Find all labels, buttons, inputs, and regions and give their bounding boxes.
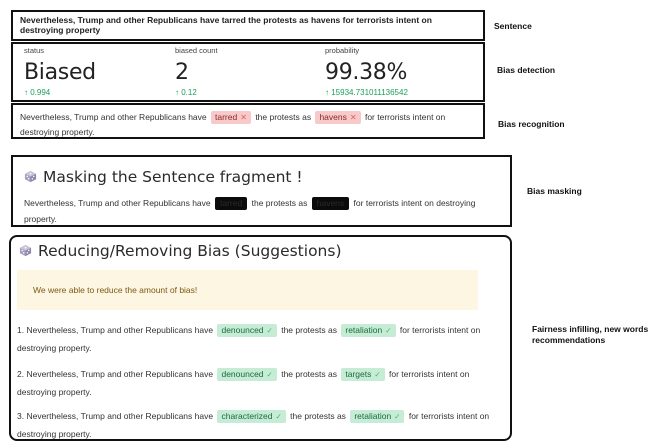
check-icon: ✓	[374, 370, 381, 379]
suggestion-text: 2. Nevertheless, Trump and other Republi…	[17, 369, 214, 379]
biased-word-label: havens	[319, 112, 347, 122]
suggested-word: retaliation	[354, 411, 392, 421]
masking-title: Masking the Sentence fragment !	[24, 168, 499, 186]
close-icon[interactable]: ✕	[240, 113, 247, 122]
suggestion-item: 2. Nevertheless, Trump and other Republi…	[17, 365, 492, 401]
biased-word-label: tarred	[215, 112, 238, 122]
detection-side-label: Bias detection	[497, 65, 556, 75]
input-sentence: Nevertheless, Trump and other Republican…	[20, 15, 432, 36]
suggestions-title-text: Reducing/Removing Bias (Suggestions)	[38, 242, 342, 260]
metric-status-delta: ↑ 0.994	[24, 88, 50, 97]
suggested-word-tag[interactable]: denounced ✓	[217, 368, 277, 381]
check-icon: ✓	[266, 326, 273, 335]
metric-probability-delta-value: 15934.731011136542	[331, 88, 408, 97]
metric-probability-value: 99.38%	[325, 60, 408, 85]
suggested-word: denounced	[221, 369, 264, 379]
recognition-text-part: Nevertheless, Trump and other Republican…	[20, 112, 207, 122]
suggested-word-tag[interactable]: retaliation ✓	[341, 324, 396, 337]
sentence-panel: Nevertheless, Trump and other Republican…	[11, 10, 485, 41]
suggestion-text: 3. Nevertheless, Trump and other Republi…	[17, 411, 214, 421]
suggestion-text: the protests as	[281, 369, 337, 379]
suggestion-item: 3. Nevertheless, Trump and other Republi…	[17, 407, 492, 443]
masking-title-text: Masking the Sentence fragment !	[43, 168, 303, 186]
bias-detection-panel: status Biased ↑ 0.994 biased count 2 ↑ 0…	[11, 42, 485, 102]
metric-status-label: status	[24, 46, 45, 55]
suggested-word: retaliation	[345, 325, 383, 335]
metric-biased-count-label: biased count	[175, 46, 218, 55]
suggested-word: targets	[345, 369, 372, 379]
masked-word: tarred	[215, 197, 248, 210]
suggestions-side-label: Fairness infilling, new words recommenda…	[532, 324, 649, 345]
suggested-word-tag[interactable]: characterized ✓	[217, 410, 286, 423]
bias-masking-panel: Masking the Sentence fragment ! Neverthe…	[11, 155, 512, 227]
biased-word-tag[interactable]: tarred ✕	[211, 111, 251, 124]
check-icon: ✓	[275, 412, 282, 421]
check-icon: ✓	[394, 412, 401, 421]
metric-probability-label: probability	[325, 46, 360, 55]
arrow-up-icon: ↑	[175, 88, 179, 97]
close-icon[interactable]: ✕	[350, 113, 357, 122]
suggested-word-tag[interactable]: targets ✓	[341, 368, 385, 381]
biased-word-tag[interactable]: havens ✕	[315, 111, 361, 124]
suggested-word-tag[interactable]: retaliation ✓	[350, 410, 405, 423]
suggestions-panel: Reducing/Removing Bias (Suggestions) We …	[9, 235, 512, 441]
suggestion-item: 1. Nevertheless, Trump and other Republi…	[17, 321, 492, 357]
metric-biased-count-delta-value: 0.12	[181, 88, 197, 97]
recognition-text-part: the protests as	[255, 112, 312, 122]
die-icon	[19, 244, 32, 257]
recognition-side-label: Bias recognition	[498, 119, 565, 129]
suggested-word: characterized	[221, 411, 273, 421]
suggested-word: denounced	[221, 325, 264, 335]
metric-biased-count-delta: ↑ 0.12	[175, 88, 197, 97]
arrow-up-icon: ↑	[325, 88, 329, 97]
masking-text-part: Nevertheless, Trump and other Republican…	[24, 198, 211, 208]
metric-status-value: Biased	[24, 60, 96, 85]
suggestions-title: Reducing/Removing Bias (Suggestions)	[19, 242, 342, 260]
metric-probability-delta: ↑ 15934.731011136542	[325, 88, 408, 97]
die-icon	[24, 170, 37, 183]
check-icon: ✓	[266, 370, 273, 379]
arrow-up-icon: ↑	[24, 88, 28, 97]
recognition-sentence: Nevertheless, Trump and other Republican…	[20, 110, 476, 140]
check-icon: ✓	[385, 326, 392, 335]
metric-status-delta-value: 0.994	[30, 88, 51, 97]
bias-recognition-panel: Nevertheless, Trump and other Republican…	[11, 103, 485, 139]
suggestion-text: the protests as	[281, 325, 337, 335]
masking-side-label: Bias masking	[527, 186, 582, 196]
suggestion-text: the protests as	[290, 411, 346, 421]
success-alert: We were able to reduce the amount of bia…	[17, 270, 478, 310]
sentence-side-label: Sentence	[494, 21, 532, 31]
suggested-word-tag[interactable]: denounced ✓	[217, 324, 277, 337]
suggestion-text: 1. Nevertheless, Trump and other Republi…	[17, 325, 214, 335]
metric-biased-count-value: 2	[175, 60, 189, 85]
masking-text-part: the protests as	[251, 198, 308, 208]
masked-sentence: Nevertheless, Trump and other Republican…	[24, 195, 499, 227]
masked-word: havens	[311, 197, 350, 210]
